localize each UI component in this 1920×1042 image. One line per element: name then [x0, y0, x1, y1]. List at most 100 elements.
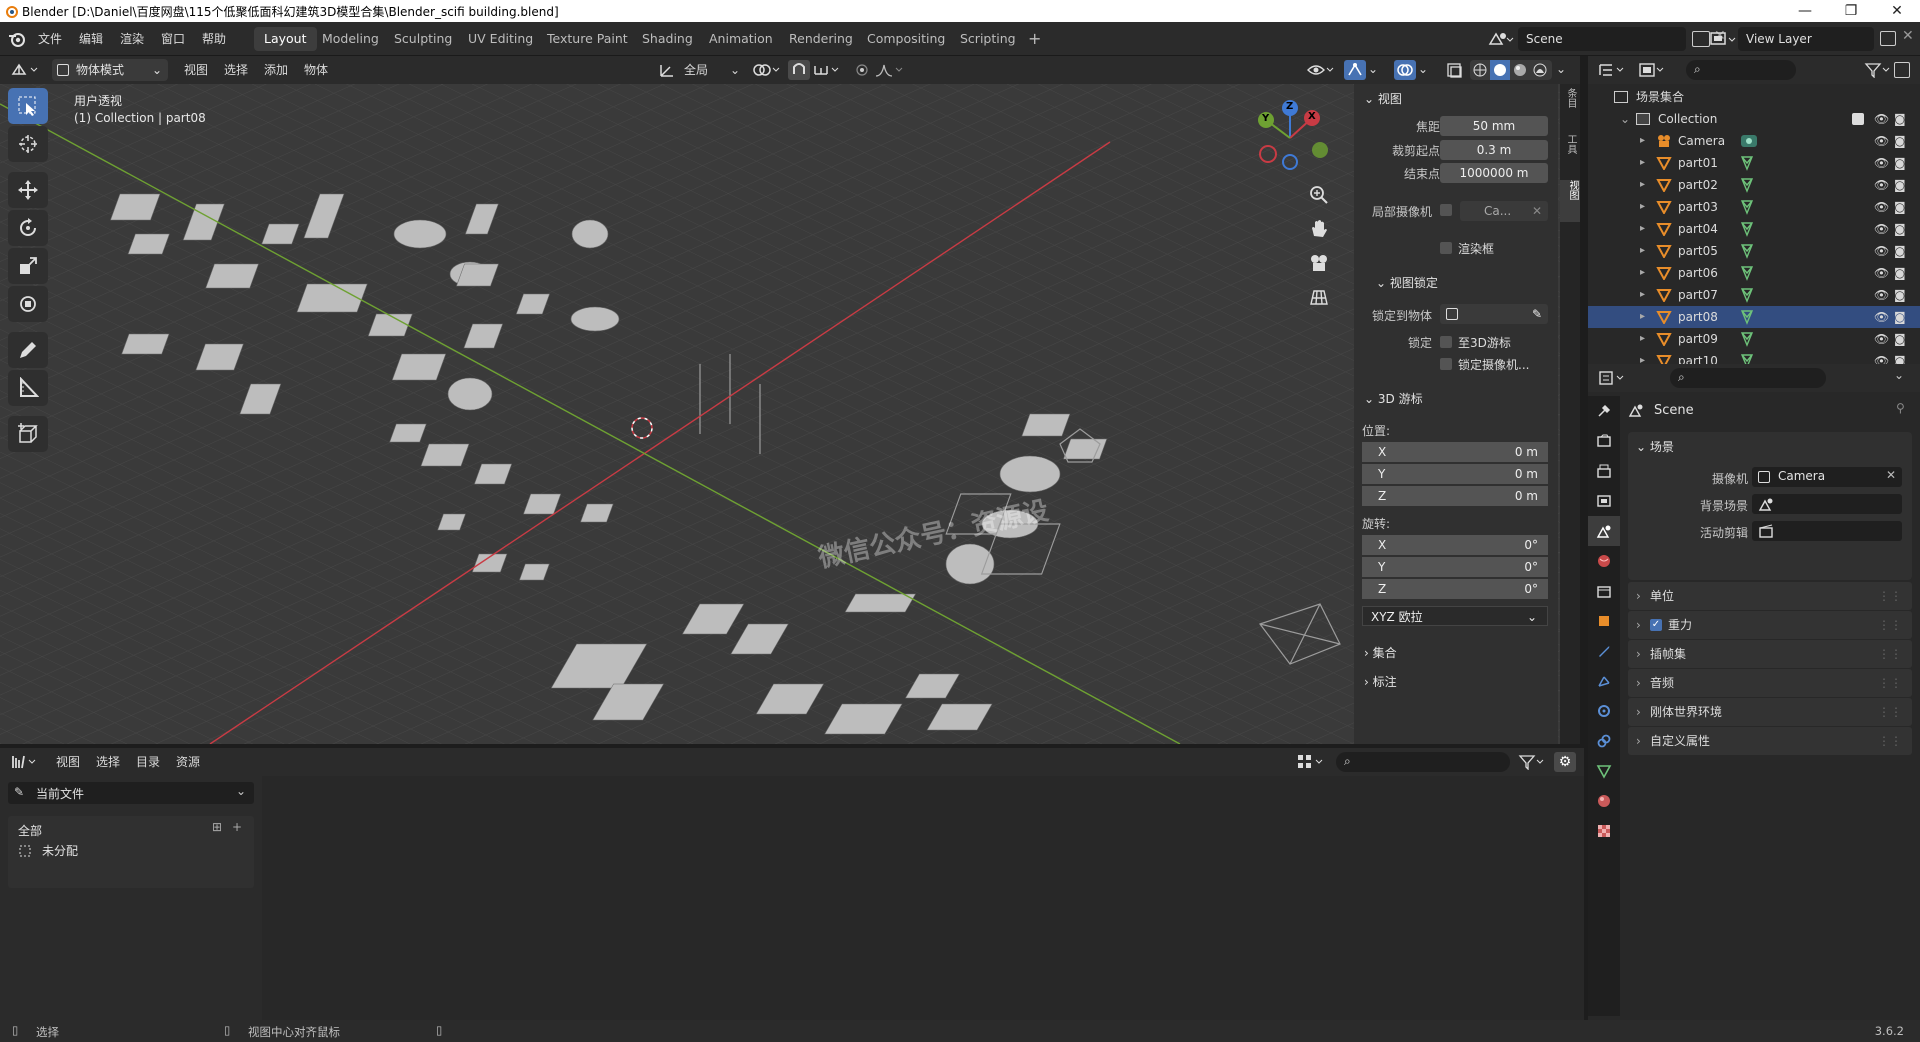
overlay-toggle-icon[interactable]: [1394, 60, 1416, 80]
material-shading-icon[interactable]: [1510, 60, 1530, 80]
asset-menu-catalog[interactable]: 目录: [136, 752, 160, 772]
visibility-eye-icon[interactable]: 👁: [1874, 108, 1889, 130]
visibility-eye-icon[interactable]: 👁: [1874, 130, 1889, 152]
collection-exclude-checkbox[interactable]: [1852, 113, 1864, 125]
mesh-data-icon[interactable]: [1740, 221, 1754, 237]
xray-toggle-icon[interactable]: [1446, 62, 1464, 78]
subpanel-header[interactable]: › ✓ 重力 ⋮⋮: [1628, 611, 1912, 639]
outliner-item[interactable]: ▸ part07 👁 ◙: [1588, 284, 1920, 306]
render-region-checkbox[interactable]: [1440, 242, 1452, 254]
add-catalog-icon[interactable]: +: [232, 820, 242, 834]
tab-item[interactable]: 条目: [1562, 88, 1578, 128]
expand-arrow-icon[interactable]: ▸: [1640, 306, 1645, 328]
active-clip-field[interactable]: [1752, 521, 1902, 541]
proportional-edit-icon[interactable]: [852, 62, 872, 78]
catalog-all[interactable]: 全部: [18, 822, 42, 839]
display-size-icon[interactable]: [1296, 753, 1328, 771]
cursor-location-z[interactable]: Z0 m: [1362, 486, 1548, 506]
gizmo-toggle-icon[interactable]: [1344, 60, 1366, 80]
tab-texture-paint[interactable]: Texture Paint: [537, 27, 638, 51]
render-camera-icon[interactable]: ◙: [1894, 218, 1906, 240]
expand-arrow-icon[interactable]: ▸: [1640, 218, 1645, 240]
tab-sculpting[interactable]: Sculpting: [384, 27, 462, 51]
visibility-eye-icon[interactable]: 👁: [1874, 196, 1889, 218]
outliner-collection[interactable]: ⌄ Collection 👁 ◙: [1588, 108, 1920, 130]
focal-length-field[interactable]: 50 mm: [1440, 116, 1548, 136]
expand-arrow-icon[interactable]: ▸: [1640, 262, 1645, 284]
asset-search-input[interactable]: ⌕: [1336, 752, 1510, 772]
falloff-icon[interactable]: [874, 62, 904, 78]
cursor-location-y[interactable]: Y0 m: [1362, 464, 1548, 484]
overlay-dropdown-icon[interactable]: ⌄: [1418, 62, 1428, 76]
cursor-rotation-z[interactable]: Z 0°: [1362, 579, 1548, 599]
visibility-eye-icon[interactable]: 👁: [1874, 284, 1889, 306]
cursor-location-x[interactable]: X0 m: [1362, 442, 1548, 462]
snap-toggle-icon[interactable]: [788, 60, 810, 80]
perspective-toggle-icon[interactable]: [1308, 286, 1330, 308]
object-properties-tab-icon[interactable]: [1588, 606, 1620, 636]
vp-menu-view[interactable]: 视图: [184, 60, 208, 80]
expand-arrow-icon[interactable]: ⌄: [1620, 108, 1630, 130]
expand-arrow-icon[interactable]: ▸: [1640, 130, 1645, 152]
tab-view[interactable]: 视图: [1560, 180, 1580, 222]
outliner-editor-type-icon[interactable]: [1598, 62, 1628, 78]
scene-camera-field[interactable]: Camera ✕: [1752, 467, 1902, 487]
menu-help[interactable]: 帮助: [202, 30, 226, 47]
mesh-data-icon[interactable]: [1740, 331, 1754, 347]
render-properties-tab-icon[interactable]: [1588, 426, 1620, 456]
menu-window[interactable]: 窗口: [161, 30, 185, 47]
modifier-properties-tab-icon[interactable]: [1588, 636, 1620, 666]
material-properties-tab-icon[interactable]: [1588, 786, 1620, 816]
render-camera-icon[interactable]: ◙: [1894, 108, 1906, 130]
cursor-tool-icon[interactable]: [8, 126, 48, 162]
subpanel-header[interactable]: › 单位 ⋮⋮: [1628, 582, 1912, 610]
mode-dropdown[interactable]: 物体模式 ⌄: [52, 59, 168, 81]
asset-list-area[interactable]: [262, 776, 1584, 1020]
asset-menu-view[interactable]: 视图: [56, 752, 80, 772]
cursor-section-header[interactable]: ⌄ 3D 游标: [1364, 390, 1423, 407]
output-properties-tab-icon[interactable]: [1588, 456, 1620, 486]
outliner-item[interactable]: ▸ part02 👁 ◙: [1588, 174, 1920, 196]
render-camera-icon[interactable]: ◙: [1894, 174, 1906, 196]
rotate-tool-icon[interactable]: [8, 210, 48, 246]
expand-arrow-icon[interactable]: ▸: [1640, 328, 1645, 350]
subpanel-checkbox[interactable]: ✓: [1650, 619, 1662, 631]
tab-rendering[interactable]: Rendering: [779, 27, 863, 51]
filter-icon[interactable]: [1864, 62, 1894, 78]
camera-data-icon[interactable]: [1740, 133, 1758, 149]
asset-menu-select[interactable]: 选择: [96, 752, 120, 772]
expand-arrow-icon[interactable]: ▸: [1640, 284, 1645, 306]
visibility-eye-icon[interactable]: 👁: [1874, 328, 1889, 350]
outliner-item[interactable]: ▸ part01 👁 ◙: [1588, 152, 1920, 174]
mesh-data-icon[interactable]: [1740, 199, 1754, 215]
mesh-data-icon[interactable]: [1740, 265, 1754, 281]
scale-tool-icon[interactable]: [8, 248, 48, 284]
subpanel-header[interactable]: › 插帧集 ⋮⋮: [1628, 640, 1912, 668]
vp-menu-object[interactable]: 物体: [304, 60, 328, 80]
add-workspace-button[interactable]: +: [1018, 27, 1051, 51]
render-camera-icon[interactable]: ◙: [1894, 284, 1906, 306]
subpanel-header[interactable]: › 自定义属性 ⋮⋮: [1628, 727, 1912, 755]
mesh-data-icon[interactable]: [1740, 287, 1754, 303]
move-tool-icon[interactable]: [8, 172, 48, 208]
clip-start-field[interactable]: 0.3 m: [1440, 140, 1548, 160]
new-view-layer-icon[interactable]: [1880, 31, 1896, 46]
outliner-item[interactable]: ▸ part09 👁 ◙: [1588, 328, 1920, 350]
navigation-gizmo[interactable]: Z X Y: [1250, 98, 1330, 178]
view-section-header[interactable]: ⌄ 视图: [1364, 90, 1402, 107]
gizmo-dropdown-icon[interactable]: ⌄: [1368, 62, 1378, 76]
vp-menu-select[interactable]: 选择: [224, 60, 248, 80]
tab-shading[interactable]: Shading: [632, 27, 703, 51]
menu-file[interactable]: 文件: [38, 30, 62, 47]
pan-hand-icon[interactable]: [1308, 218, 1330, 240]
expand-arrow-icon[interactable]: ▸: [1640, 240, 1645, 262]
background-scene-field[interactable]: [1752, 494, 1902, 514]
add-cube-tool-icon[interactable]: [8, 416, 48, 452]
properties-search-input[interactable]: ⌕: [1670, 368, 1826, 388]
particles-properties-tab-icon[interactable]: [1588, 666, 1620, 696]
local-camera-checkbox[interactable]: [1440, 204, 1452, 216]
expand-arrow-icon[interactable]: ▸: [1640, 174, 1645, 196]
tab-scripting[interactable]: Scripting: [950, 27, 1026, 51]
physics-properties-tab-icon[interactable]: [1588, 696, 1620, 726]
catalog-unassigned[interactable]: 未分配: [42, 842, 78, 859]
